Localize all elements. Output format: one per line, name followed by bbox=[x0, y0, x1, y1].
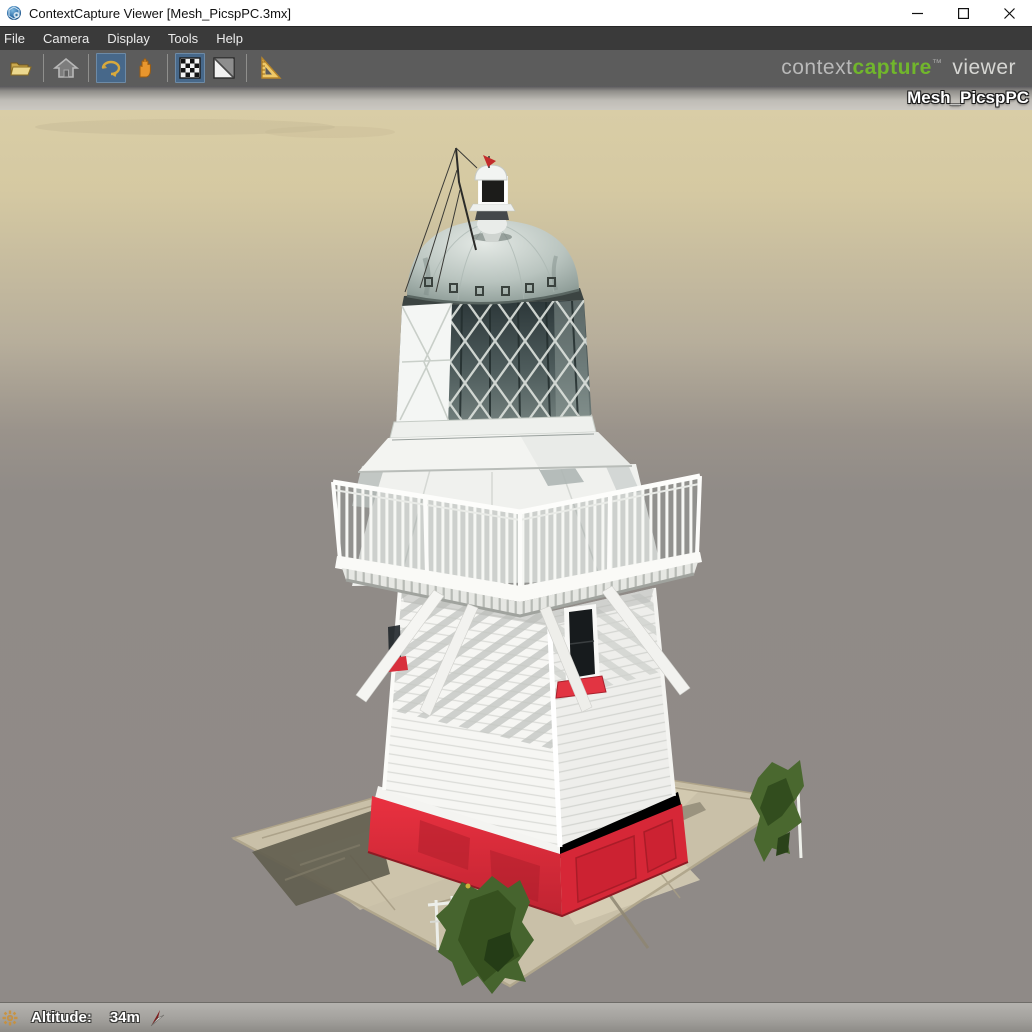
title-bar: ContextCapture Viewer [Mesh_PicspPC.3mx] bbox=[0, 0, 1032, 26]
shading-mode-button[interactable] bbox=[209, 53, 239, 83]
status-bar: Altitude: 34m bbox=[0, 1002, 1032, 1032]
open-button[interactable] bbox=[6, 53, 36, 83]
home-view-button[interactable] bbox=[51, 53, 81, 83]
minimize-icon bbox=[912, 8, 923, 19]
home-icon bbox=[53, 55, 79, 81]
toolbar-separator bbox=[246, 54, 247, 82]
logo-capture: capture bbox=[852, 56, 931, 79]
menu-camera[interactable]: Camera bbox=[34, 27, 98, 50]
viewport-3d[interactable] bbox=[0, 110, 1032, 1002]
lighthouse-3d-model bbox=[0, 110, 1032, 1002]
orbit-rotate-button[interactable] bbox=[96, 53, 126, 83]
texture-mode-button[interactable] bbox=[175, 53, 205, 83]
logo-tm: ™ bbox=[932, 58, 943, 69]
menu-display[interactable]: Display bbox=[98, 27, 159, 50]
checkerboard-icon bbox=[177, 55, 203, 81]
toolbar: contextcapture™ viewer bbox=[0, 50, 1032, 86]
compass-needle-icon bbox=[150, 1009, 166, 1027]
gear-icon bbox=[2, 1010, 18, 1026]
altitude-value: 34m bbox=[110, 1009, 140, 1026]
shrub-right bbox=[750, 760, 804, 862]
folder-open-icon bbox=[8, 55, 34, 81]
diagonal-square-icon bbox=[211, 55, 237, 81]
measure-button[interactable] bbox=[254, 53, 284, 83]
close-icon bbox=[1004, 8, 1015, 19]
menu-file[interactable]: File bbox=[0, 27, 34, 50]
gallery-roof-fascia bbox=[358, 432, 632, 472]
menu-bar: File Camera Display Tools Help bbox=[0, 26, 1032, 50]
maximize-icon bbox=[958, 8, 969, 19]
logo-viewer: viewer bbox=[952, 56, 1016, 79]
app-icon bbox=[6, 5, 22, 21]
horizon-smudges bbox=[35, 119, 395, 138]
contextcapture-logo: contextcapture™ viewer bbox=[781, 56, 1032, 80]
hand-pan-icon bbox=[132, 55, 158, 81]
minimize-button[interactable] bbox=[894, 0, 940, 26]
menu-help[interactable]: Help bbox=[207, 27, 252, 50]
altitude-label: Altitude: bbox=[31, 1009, 92, 1026]
lantern-room bbox=[390, 288, 596, 438]
triangle-ruler-icon bbox=[256, 55, 282, 81]
rotate-orbit-icon bbox=[98, 55, 124, 81]
window-title: ContextCapture Viewer [Mesh_PicspPC.3mx] bbox=[29, 6, 291, 21]
contextcapture-viewer-window: ContextCapture Viewer [Mesh_PicspPC.3mx]… bbox=[0, 0, 1032, 1032]
model-name-bar: Mesh_PicspPC bbox=[0, 86, 1032, 110]
maximize-button[interactable] bbox=[940, 0, 986, 26]
menu-tools[interactable]: Tools bbox=[159, 27, 207, 50]
pan-button[interactable] bbox=[130, 53, 160, 83]
toolbar-separator bbox=[43, 54, 44, 82]
toolbar-separator bbox=[167, 54, 168, 82]
close-button[interactable] bbox=[986, 0, 1032, 26]
model-name-label: Mesh_PicspPC bbox=[907, 88, 1032, 108]
logo-context: context bbox=[781, 56, 852, 79]
toolbar-separator bbox=[88, 54, 89, 82]
